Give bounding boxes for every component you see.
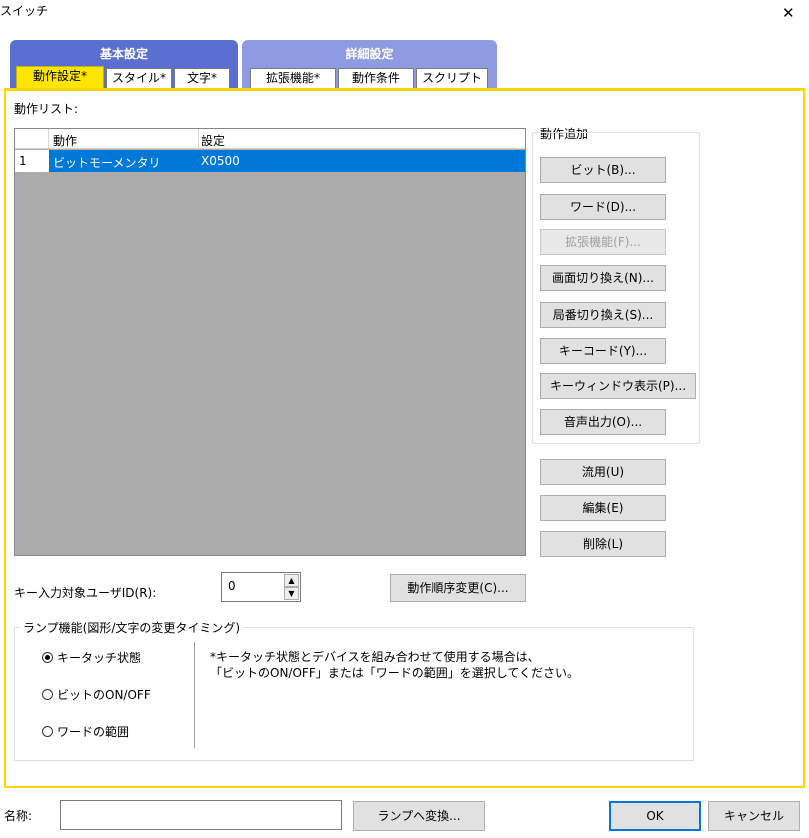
lamp-divider: [194, 642, 195, 748]
action-list-label: 動作リスト:: [14, 102, 79, 116]
header-action[interactable]: 動作: [53, 132, 193, 149]
delete-button[interactable]: 削除(L): [540, 531, 666, 557]
tab-action-conditions[interactable]: 動作条件: [338, 68, 414, 88]
tab-text[interactable]: 文字*: [174, 68, 230, 88]
lamp-option-bit[interactable]: ビットのON/OFF: [42, 686, 151, 703]
lamp-note-line2: 「ビットのON/OFF」または「ワードの範囲」を選択してください。: [210, 666, 579, 680]
lamp-option-label: キータッチ状態: [57, 651, 142, 665]
lamp-group-label: ランプ機能(図形/文字の変更タイミング): [20, 619, 244, 636]
spin-down-icon[interactable]: ▼: [284, 587, 299, 600]
radio-off-icon[interactable]: [42, 726, 53, 737]
tab-group-advanced-label: 詳細設定: [345, 47, 394, 61]
reuse-button[interactable]: 流用(U): [540, 459, 666, 485]
header-no: [15, 129, 49, 149]
station-switch-button[interactable]: 局番切り換え(S)...: [540, 302, 666, 328]
lamp-option-label: ワードの範囲: [57, 725, 130, 739]
extended-function-button[interactable]: 拡張機能(F)...: [540, 229, 666, 255]
radio-on-icon[interactable]: [42, 652, 53, 663]
key-input-spinner[interactable]: 0 ▲ ▼: [221, 572, 301, 602]
edit-button[interactable]: 編集(E): [540, 495, 666, 521]
radio-off-icon[interactable]: [42, 689, 53, 700]
tab-script[interactable]: スクリプト: [416, 68, 488, 88]
name-label: 名称:: [4, 809, 33, 823]
key-window-button[interactable]: キーウィンドウ表示(P)...: [540, 373, 696, 399]
spin-up-icon[interactable]: ▲: [284, 574, 299, 587]
tab-style[interactable]: スタイル*: [106, 68, 172, 88]
key-input-value[interactable]: 0: [228, 579, 236, 593]
row-setting: X0500: [201, 154, 240, 168]
lamp-note-line1: *キータッチ状態とデバイスを組み合わせて使用する場合は、: [210, 650, 540, 664]
screen-switch-button[interactable]: 画面切り換え(N)...: [540, 265, 666, 291]
action-list[interactable]: 動作 設定 1 ビットモーメンタリ X0500: [14, 128, 526, 556]
list-header: 動作 設定: [15, 129, 525, 149]
audio-output-button[interactable]: 音声出力(O)...: [540, 409, 666, 435]
tab-group-basic-label: 基本設定: [99, 47, 148, 61]
lamp-option-key-touch[interactable]: キータッチ状態: [42, 649, 141, 666]
header-divider: [198, 129, 199, 149]
row-number: 1: [19, 154, 27, 168]
lamp-option-label: ビットのON/OFF: [57, 688, 151, 702]
close-icon[interactable]: ✕: [782, 4, 795, 22]
window-title: スイッチ: [0, 4, 49, 18]
lamp-option-word[interactable]: ワードの範囲: [42, 723, 129, 740]
ok-button[interactable]: OK: [609, 801, 701, 831]
bit-button[interactable]: ビット(B)...: [540, 157, 666, 183]
key-code-button[interactable]: キーコード(Y)...: [540, 338, 666, 364]
header-setting[interactable]: 設定: [201, 132, 401, 149]
word-button[interactable]: ワード(D)...: [540, 194, 666, 220]
convert-to-lamp-button[interactable]: ランプへ変換...: [353, 801, 485, 831]
name-input[interactable]: [60, 800, 342, 830]
table-row[interactable]: 1 ビットモーメンタリ X0500: [15, 150, 525, 172]
key-input-label: キー入力対象ユーザID(R):: [14, 586, 157, 600]
cancel-button[interactable]: キャンセル: [708, 801, 800, 831]
tab-extended[interactable]: 拡張機能*: [250, 68, 336, 88]
tab-action-settings[interactable]: 動作設定*: [16, 66, 104, 88]
row-action: ビットモーメンタリ: [53, 156, 161, 170]
reorder-button[interactable]: 動作順序変更(C)...: [390, 574, 526, 602]
